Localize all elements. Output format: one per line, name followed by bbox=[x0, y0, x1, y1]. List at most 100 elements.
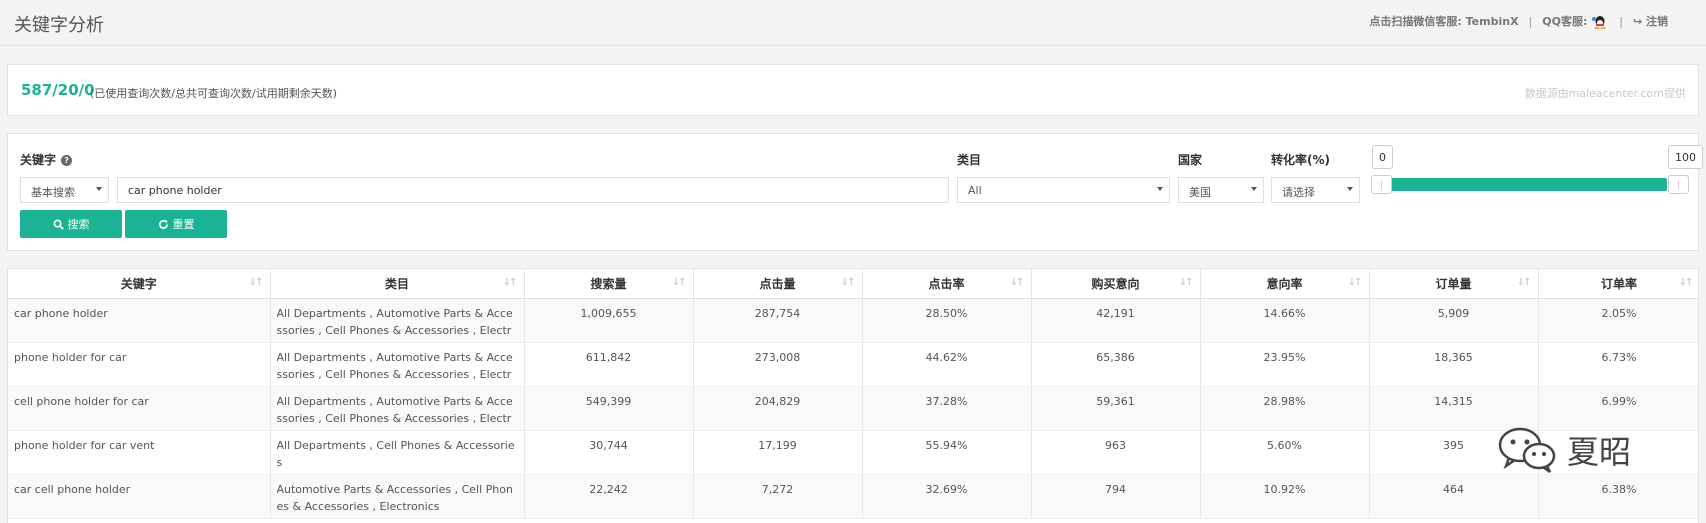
cell-search-volume: 1,009,655 bbox=[524, 298, 694, 343]
separator: | bbox=[1528, 14, 1533, 28]
cell-click-rate: 28.50% bbox=[862, 298, 1032, 343]
cell-order-rate: 6.99% bbox=[1538, 386, 1698, 431]
search-button-label: 搜索 bbox=[67, 218, 90, 231]
cell-purchase-intent: 963 bbox=[1031, 430, 1201, 475]
table-row: car cell phone holder Automotive Parts &… bbox=[8, 474, 1698, 519]
sort-icon: ↓↑ bbox=[1178, 277, 1194, 288]
sort-icon: ↓↑ bbox=[840, 277, 856, 288]
cell-order-rate: 2.05% bbox=[1538, 298, 1698, 343]
search-mode-select[interactable]: 基本搜索 bbox=[20, 177, 109, 203]
reset-button[interactable]: 重置 bbox=[125, 210, 227, 238]
sort-icon: ↓↑ bbox=[1678, 277, 1694, 288]
sort-icon: ↓↑ bbox=[248, 277, 264, 288]
page-title: 关键字分析 bbox=[14, 15, 104, 36]
cell-keyword[interactable]: car cell phone holder bbox=[8, 474, 271, 519]
column-header-keyword[interactable]: 关键字 ↓↑ bbox=[8, 269, 271, 299]
table-row: phone holder for car vent All Department… bbox=[8, 430, 1698, 475]
data-source-note: 数据源由maleacenter.com提供 bbox=[1524, 87, 1686, 100]
cell-purchase-intent: 59,361 bbox=[1031, 386, 1201, 431]
cell-clicks: 7,272 bbox=[693, 474, 863, 519]
chevron-down-icon bbox=[1347, 187, 1353, 191]
cell-category-text: All Departments , Cell Phones & Accessor… bbox=[276, 438, 515, 469]
column-label: 订单量 bbox=[1435, 276, 1472, 291]
category-label: 类目 bbox=[957, 153, 982, 167]
help-icon[interactable]: ? bbox=[61, 155, 73, 166]
slider-max-tooltip: 100 bbox=[1668, 145, 1703, 169]
cell-category: All Departments , Automotive Parts & Acc… bbox=[270, 298, 525, 343]
cell-keyword[interactable]: car phone holder bbox=[8, 298, 271, 343]
cell-category-text: All Departments , Automotive Parts & Acc… bbox=[276, 350, 513, 381]
cell-keyword[interactable]: phone holder for car vent bbox=[8, 430, 271, 475]
cell-intent-rate: 5.60% bbox=[1200, 430, 1370, 475]
table-row: car phone holder All Departments , Autom… bbox=[8, 298, 1698, 343]
sort-icon: ↓↑ bbox=[1347, 277, 1363, 288]
logout-label: 注销 bbox=[1646, 15, 1668, 28]
column-header-clicks[interactable]: 点击量 ↓↑ bbox=[693, 269, 863, 299]
cell-clicks: 273,008 bbox=[693, 342, 863, 387]
slider-max-handle[interactable] bbox=[1668, 175, 1689, 194]
usage-description: (已使用查询次数/总共可查询次数/试用期剩余天数) bbox=[90, 87, 337, 100]
cell-orders: 5,909 bbox=[1369, 298, 1539, 343]
cell-clicks: 17,199 bbox=[693, 430, 863, 475]
conversion-label: 转化率(%) bbox=[1271, 153, 1330, 167]
header-right: 点击扫描微信客服: TembinX | QQ客服: | ↪ 注销 bbox=[1369, 13, 1668, 29]
column-header-purchase-intent[interactable]: 购买意向 ↓↑ bbox=[1031, 269, 1201, 299]
keyword-input[interactable] bbox=[117, 177, 949, 203]
cell-purchase-intent: 42,191 bbox=[1031, 298, 1201, 343]
cell-keyword[interactable]: cell phone holder for car bbox=[8, 386, 271, 431]
search-button[interactable]: 搜索 bbox=[20, 210, 122, 238]
search-icon bbox=[53, 219, 64, 230]
keyword-label-text: 关键字 bbox=[20, 153, 57, 167]
qq-service-link[interactable]: QQ客服: bbox=[1542, 13, 1609, 29]
keyword-label: 关键字? bbox=[20, 151, 73, 168]
cell-click-rate: 44.62% bbox=[862, 342, 1032, 387]
column-header-search-volume[interactable]: 搜索量 ↓↑ bbox=[524, 269, 694, 299]
cell-purchase-intent: 65,386 bbox=[1031, 342, 1201, 387]
table-header-row: 关键字 ↓↑ 类目 ↓↑ 搜索量 ↓↑ 点击量 ↓↑ 点击率 ↓↑ 购买意向 ↓↑ 意向率 ↓… bbox=[8, 269, 1698, 299]
column-label: 订单率 bbox=[1600, 276, 1637, 291]
column-header-category[interactable]: 类目 ↓↑ bbox=[270, 269, 525, 299]
logout-button[interactable]: ↪ 注销 bbox=[1633, 13, 1668, 29]
cell-purchase-intent: 794 bbox=[1031, 474, 1201, 519]
column-label: 关键字 bbox=[120, 276, 157, 291]
cell-category: All Departments , Cell Phones & Accessor… bbox=[270, 430, 525, 475]
watermark-text: 夏昭 bbox=[1567, 433, 1632, 471]
separator: | bbox=[1619, 14, 1623, 28]
conversion-value: 请选择 bbox=[1282, 186, 1315, 199]
cell-search-volume: 22,242 bbox=[524, 474, 694, 519]
conversion-range-slider[interactable] bbox=[1377, 178, 1667, 191]
column-label: 点击率 bbox=[928, 276, 965, 291]
wechat-label: 点击扫描微信客服: bbox=[1369, 15, 1462, 28]
watermark: 夏昭 bbox=[1495, 425, 1631, 475]
country-select[interactable]: 美国 bbox=[1178, 177, 1264, 203]
cell-click-rate: 55.94% bbox=[862, 430, 1032, 475]
cell-category-text: All Departments , Automotive Parts & Acc… bbox=[276, 394, 513, 425]
reset-button-label: 重置 bbox=[172, 218, 195, 231]
cell-clicks: 204,829 bbox=[693, 386, 863, 431]
cell-category: All Departments , Automotive Parts & Acc… bbox=[270, 342, 525, 387]
category-select[interactable]: All bbox=[957, 177, 1170, 203]
cell-orders: 14,315 bbox=[1369, 386, 1539, 431]
category-value: All bbox=[968, 184, 982, 197]
search-mode-value: 基本搜索 bbox=[31, 186, 75, 199]
column-header-orders[interactable]: 订单量 ↓↑ bbox=[1369, 269, 1539, 299]
usage-panel: 587/20/0 (已使用查询次数/总共可查询次数/试用期剩余天数) 数据源由m… bbox=[7, 64, 1699, 116]
column-header-click-rate[interactable]: 点击率 ↓↑ bbox=[862, 269, 1032, 299]
results-table-panel: 关键字 ↓↑ 类目 ↓↑ 搜索量 ↓↑ 点击量 ↓↑ 点击率 ↓↑ 购买意向 ↓↑ 意向率 ↓… bbox=[7, 268, 1699, 523]
cell-intent-rate: 14.66% bbox=[1200, 298, 1370, 343]
cell-order-rate: 6.38% bbox=[1538, 474, 1698, 519]
column-header-intent-rate[interactable]: 意向率 ↓↑ bbox=[1200, 269, 1370, 299]
slider-min-handle[interactable] bbox=[1371, 175, 1392, 194]
cell-intent-rate: 28.98% bbox=[1200, 386, 1370, 431]
top-bar: 关键字分析 点击扫描微信客服: TembinX | QQ客服: | ↪ 注销 bbox=[0, 0, 1706, 46]
cell-keyword[interactable]: phone holder for car bbox=[8, 342, 271, 387]
cell-category: Automotive Parts & Accessories , Cell Ph… bbox=[270, 474, 525, 519]
cell-order-rate: 6.73% bbox=[1538, 342, 1698, 387]
conversion-select[interactable]: 请选择 bbox=[1271, 177, 1360, 203]
column-label: 类目 bbox=[384, 276, 409, 291]
wechat-service-link[interactable]: 点击扫描微信客服: TembinX bbox=[1369, 13, 1518, 29]
column-label: 搜索量 bbox=[590, 276, 627, 291]
results-table: 关键字 ↓↑ 类目 ↓↑ 搜索量 ↓↑ 点击量 ↓↑ 点击率 ↓↑ 购买意向 ↓↑ 意向率 ↓… bbox=[8, 269, 1698, 519]
qq-label: QQ客服: bbox=[1542, 15, 1588, 28]
column-header-order-rate[interactable]: 订单率 ↓↑ bbox=[1538, 269, 1698, 299]
